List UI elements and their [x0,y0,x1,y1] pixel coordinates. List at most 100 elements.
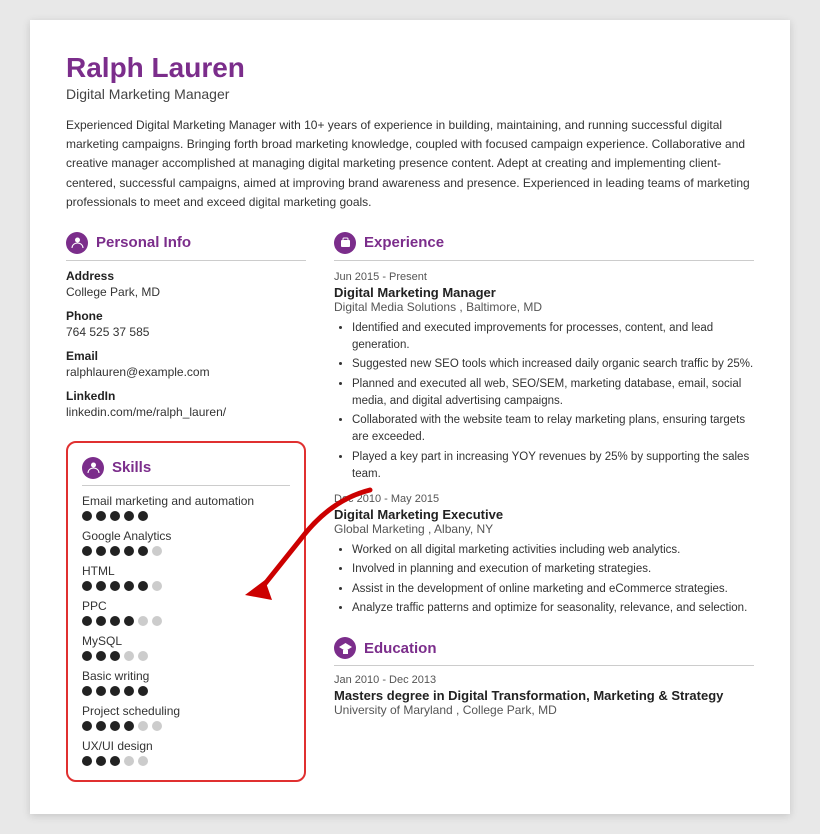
exp-bullet-item: Identified and executed improvements for… [352,320,754,355]
skill-dot [82,686,92,696]
exp-bullet-item: Involved in planning and execution of ma… [352,561,754,578]
skill-dot [110,686,120,696]
skill-dot [110,616,120,626]
resume-page: Ralph Lauren Digital Marketing Manager E… [30,20,790,814]
exp-bullet-item: Suggested new SEO tools which increased … [352,356,754,373]
phone-value: 764 525 37 585 [66,323,306,341]
skill-dot [138,546,148,556]
skills-list: Email marketing and automation Google Ana… [82,494,290,766]
two-col-layout: Personal Info Address College Park, MD P… [66,232,754,782]
candidate-summary: Experienced Digital Marketing Manager wi… [66,116,754,212]
skill-name: PPC [82,599,290,613]
skill-dots [82,721,290,731]
skill-dot [96,581,106,591]
skill-dot [124,686,134,696]
experience-icon [334,232,356,254]
skill-dot [82,546,92,556]
exp-job-title: Digital Marketing Executive [334,507,754,522]
exp-company: Global Marketing , Albany, NY [334,522,754,536]
skills-header: Skills [82,457,290,486]
exp-bullet-item: Collaborated with the website team to re… [352,412,754,447]
left-column: Personal Info Address College Park, MD P… [66,232,306,782]
skill-dot [138,581,148,591]
skills-title: Skills [112,459,151,476]
skill-dot [96,546,106,556]
exp-bullets: Identified and executed improvements for… [334,320,754,483]
skill-dots [82,686,290,696]
skill-dot [82,721,92,731]
exp-bullet-item: Analyze traffic patterns and optimize fo… [352,600,754,617]
right-column: Experience Jun 2015 - Present Digital Mar… [334,232,754,782]
experience-header: Experience [334,232,754,261]
skill-dot [110,651,120,661]
skill-name: Basic writing [82,669,290,683]
skill-dot [124,581,134,591]
skill-dot [152,616,162,626]
experience-section: Experience Jun 2015 - Present Digital Mar… [334,232,754,617]
skill-dot [110,581,120,591]
header-section: Ralph Lauren Digital Marketing Manager E… [66,52,754,212]
experience-list: Jun 2015 - Present Digital Marketing Mana… [334,271,754,617]
personal-info-icon [66,232,88,254]
candidate-title: Digital Marketing Manager [66,86,754,102]
exp-bullet-item: Planned and executed all web, SEO/SEM, m… [352,376,754,411]
skill-dot [138,511,148,521]
phone-label: Phone [66,309,306,323]
exp-date: Dec 2010 - May 2015 [334,493,754,505]
skill-dot [82,511,92,521]
experience-title: Experience [364,234,444,251]
skill-name: Project scheduling [82,704,290,718]
personal-info-section: Personal Info Address College Park, MD P… [66,232,306,421]
email-label: Email [66,349,306,363]
candidate-name: Ralph Lauren [66,52,754,84]
education-section: Education Jan 2010 - Dec 2013 Masters deg… [334,637,754,717]
skills-section: Skills Email marketing and automation Goo… [66,441,306,782]
education-title: Education [364,640,437,657]
skill-dot [96,511,106,521]
skill-dot [110,511,120,521]
exp-bullet-item: Assist in the development of online mark… [352,581,754,598]
skill-name: HTML [82,564,290,578]
skill-dot [124,616,134,626]
skill-name: MySQL [82,634,290,648]
skill-dot [124,546,134,556]
skill-dot [96,721,106,731]
skills-icon [82,457,104,479]
edu-degree: Masters degree in Digital Transformation… [334,688,754,703]
exp-bullets: Worked on all digital marketing activiti… [334,542,754,617]
edu-date: Jan 2010 - Dec 2013 [334,674,754,686]
skill-dot [110,721,120,731]
skill-dot [82,651,92,661]
skill-name: Google Analytics [82,529,290,543]
skill-dots [82,581,290,591]
exp-job-title: Digital Marketing Manager [334,285,754,300]
skill-dot [138,721,148,731]
edu-school: University of Maryland , College Park, M… [334,703,754,717]
personal-info-title: Personal Info [96,234,191,251]
exp-company: Digital Media Solutions , Baltimore, MD [334,300,754,314]
skill-name: UX/UI design [82,739,290,753]
skill-dot [138,686,148,696]
personal-info-header: Personal Info [66,232,306,261]
email-value: ralphlauren@example.com [66,363,306,381]
linkedin-value: linkedin.com/me/ralph_lauren/ [66,403,306,421]
skill-dot [124,721,134,731]
skill-dot [82,616,92,626]
education-list: Jan 2010 - Dec 2013 Masters degree in Dig… [334,674,754,717]
skill-dot [96,686,106,696]
education-icon [334,637,356,659]
exp-date: Jun 2015 - Present [334,271,754,283]
address-label: Address [66,269,306,283]
skill-name: Email marketing and automation [82,494,290,508]
skill-dot [138,616,148,626]
skill-dot [124,651,134,661]
skill-dot [96,616,106,626]
exp-bullet-item: Worked on all digital marketing activiti… [352,542,754,559]
skill-dot [138,651,148,661]
skill-dots [82,651,290,661]
skill-dots [82,546,290,556]
exp-bullet-item: Played a key part in increasing YOY reve… [352,449,754,484]
skill-dots [82,511,290,521]
skill-dot [124,511,134,521]
skill-dot [152,721,162,731]
